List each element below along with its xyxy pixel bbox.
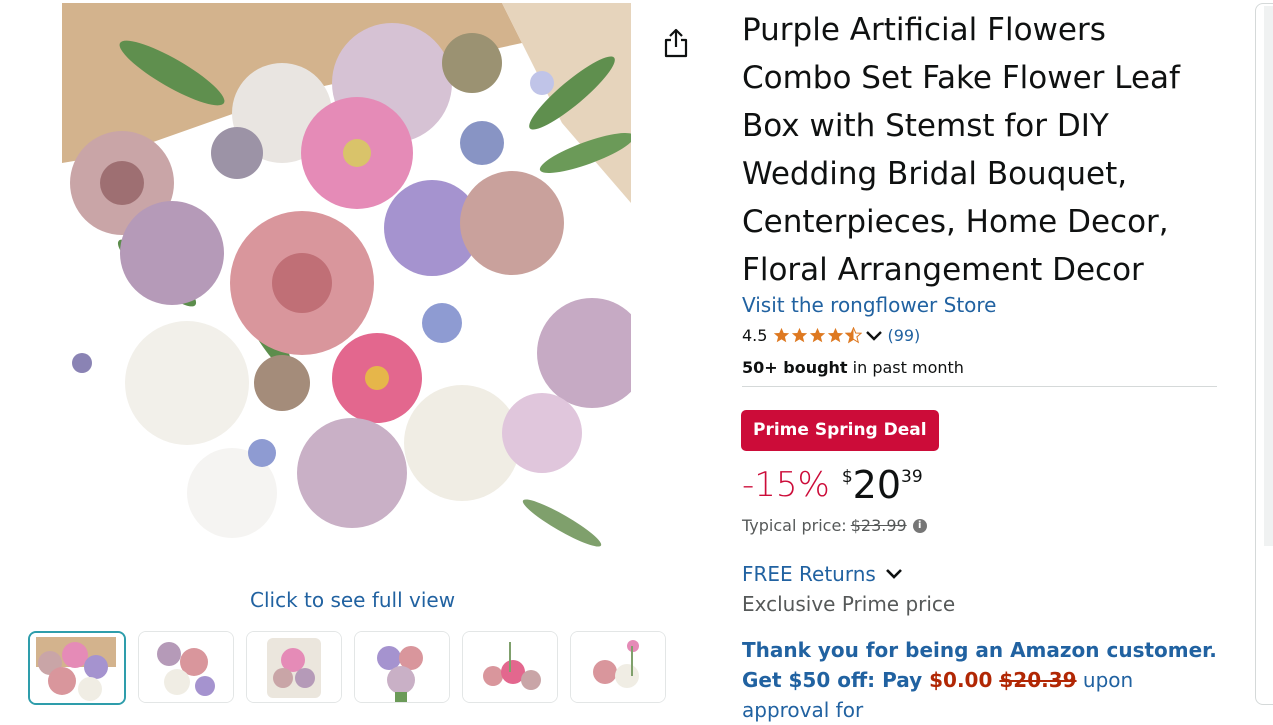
discount-percent: -15% <box>742 465 830 505</box>
price-whole: 20 <box>852 463 902 507</box>
chevron-down-icon <box>885 569 902 579</box>
flower-bouquet-image <box>62 3 631 573</box>
deal-badge: Prime Spring Deal <box>741 410 939 451</box>
price-row: -15% $ 20 39 <box>742 462 923 508</box>
rating-stars[interactable] <box>773 327 883 344</box>
thumbnail-image <box>30 633 124 703</box>
bought-bold: 50+ bought <box>742 358 848 377</box>
exclusive-prime-text: Exclusive Prime price <box>742 592 956 616</box>
promo-pay-amount: $0.00 <box>929 668 993 692</box>
chevron-down-icon <box>866 330 883 341</box>
star-icon <box>810 327 826 343</box>
thumbnail-4[interactable] <box>354 631 450 703</box>
thumbnail-1[interactable] <box>28 631 126 705</box>
divider <box>742 386 1217 387</box>
free-returns-link[interactable]: FREE Returns <box>742 562 904 586</box>
price: $ 20 39 <box>842 462 923 508</box>
rating-value: 4.5 <box>742 326 768 345</box>
rating-count-link[interactable]: (99) <box>887 326 920 345</box>
star-icon <box>828 327 844 343</box>
store-link[interactable]: Visit the rongflower Store <box>742 293 996 317</box>
thumbnail-6[interactable] <box>570 631 666 703</box>
thumbnail-strip <box>28 631 668 705</box>
promo-offer[interactable]: Thank you for being an Amazon customer. … <box>742 635 1222 725</box>
half-star-icon <box>845 327 863 344</box>
thumbnail-5[interactable] <box>462 631 558 703</box>
main-product-image[interactable] <box>62 3 631 573</box>
price-symbol: $ <box>841 467 853 487</box>
bought-count: 50+ bought in past month <box>742 358 964 377</box>
share-icon <box>664 28 688 58</box>
share-button[interactable] <box>660 26 692 60</box>
typical-price-row: Typical price: $23.99 i <box>742 516 927 535</box>
returns-label: FREE Returns <box>742 562 876 586</box>
price-fraction: 39 <box>901 467 923 487</box>
bought-rest: in past month <box>847 358 964 377</box>
star-icon <box>792 327 808 343</box>
product-title: Purple Artificial Flowers Combo Set Fake… <box>742 12 1180 288</box>
full-view-link[interactable]: Click to see full view <box>250 588 455 612</box>
typical-price: $23.99 <box>850 516 907 535</box>
star-icon <box>774 327 790 343</box>
rating-row: 4.5 (99) <box>742 326 920 345</box>
typical-label: Typical price: <box>742 516 847 535</box>
thumbnail-3[interactable] <box>246 631 342 703</box>
promo-old-amount: $20.39 <box>999 668 1077 692</box>
thumbnail-2[interactable] <box>138 631 234 703</box>
info-icon[interactable]: i <box>912 518 927 533</box>
scrollbar[interactable] <box>1264 6 1273 546</box>
